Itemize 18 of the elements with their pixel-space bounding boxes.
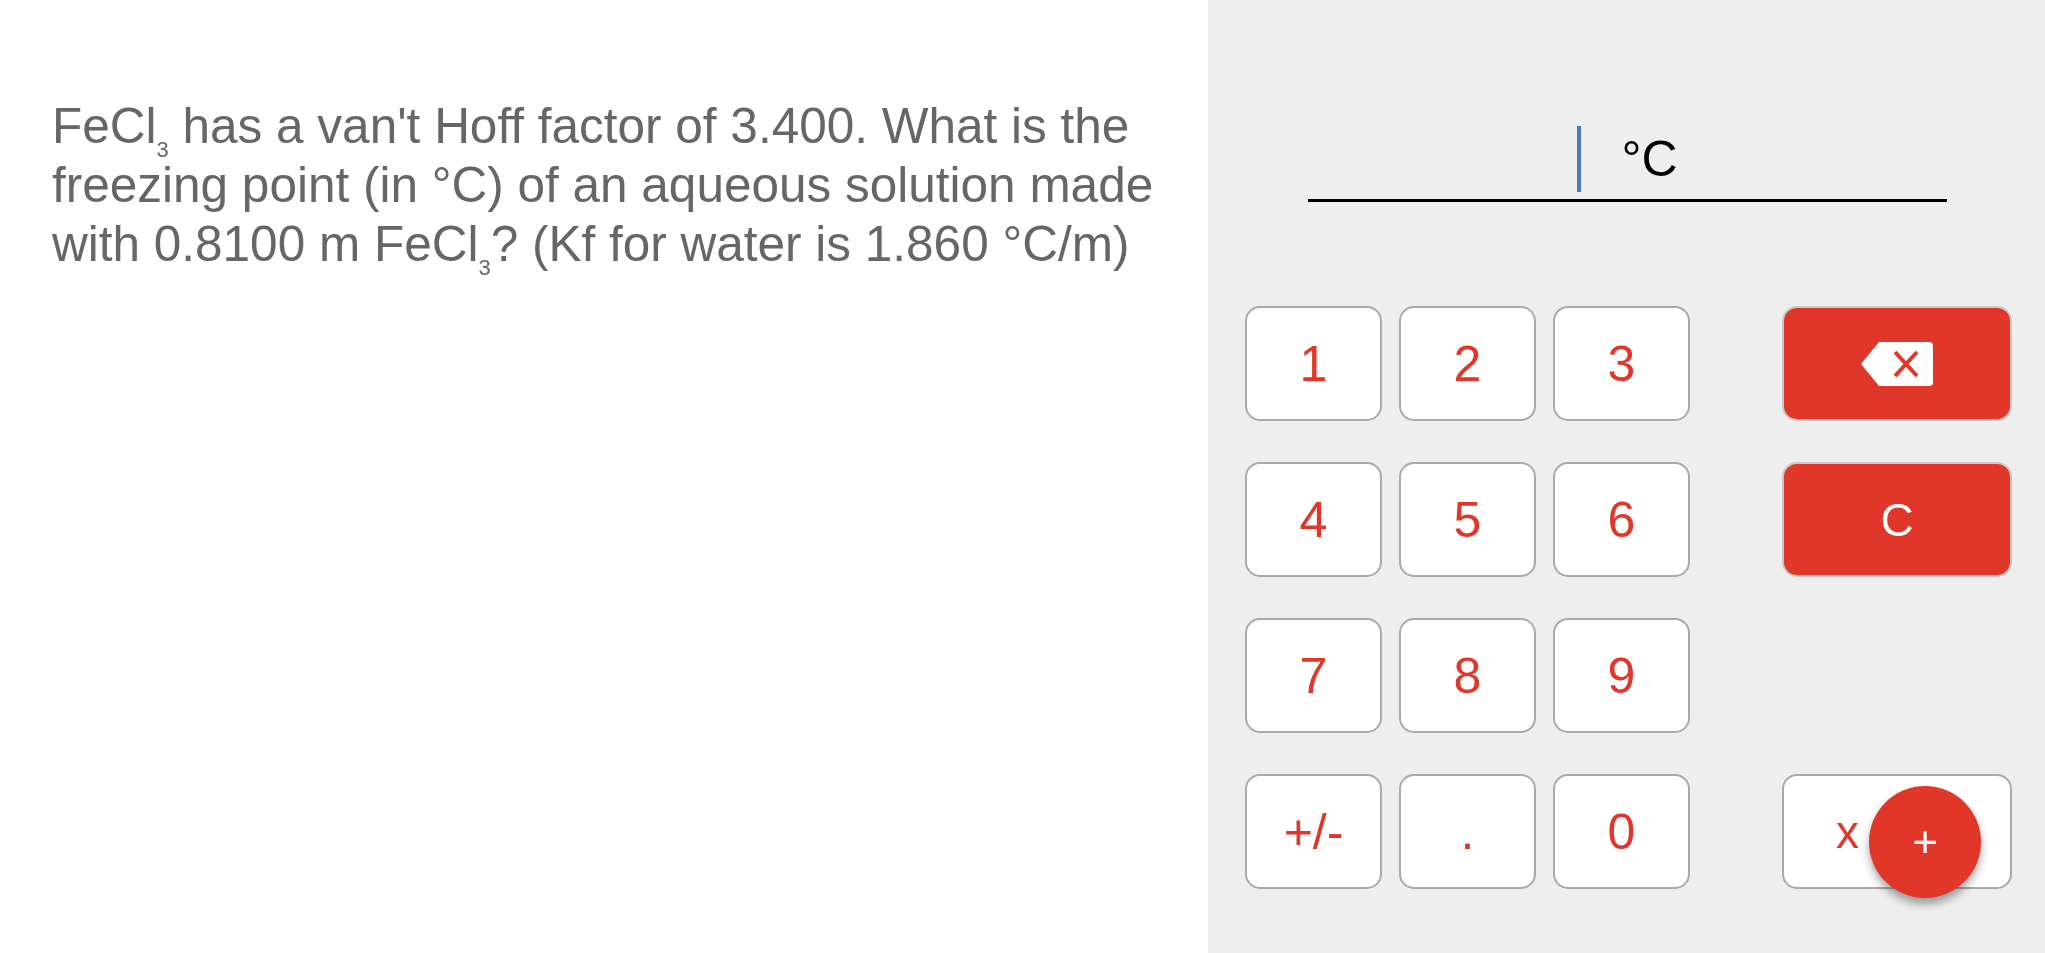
keypad-key[interactable]: +/-	[1245, 774, 1382, 889]
keypad-key[interactable]: 7	[1245, 618, 1382, 733]
keypad-key[interactable]: 4	[1245, 462, 1382, 577]
keypad-key[interactable]: 8	[1399, 618, 1536, 733]
keypad-key[interactable]: 6	[1553, 462, 1690, 577]
keypad-key[interactable]: .	[1399, 774, 1536, 889]
keypad-key[interactable]: 2	[1399, 306, 1536, 421]
backspace-icon	[1861, 341, 1933, 386]
clear-button[interactable]: C	[1782, 462, 2012, 577]
keypad-key[interactable]: 5	[1399, 462, 1536, 577]
keypad-key[interactable]: 9	[1553, 618, 1690, 733]
backspace-button[interactable]	[1782, 306, 2012, 421]
answer-field[interactable]: °C	[1308, 118, 1947, 202]
keypad-key[interactable]: 0	[1553, 774, 1690, 889]
unit-label: °C	[1621, 129, 1678, 188]
keypad-key[interactable]: 3	[1553, 306, 1690, 421]
question-text: FeCl$_{3}$ has a van't Hoff factor of 3.400. What is the freezing point (in °C) of an aqueous solution made with 0.8100 m FeCl$_{3}$? (Kf for water is 1.860 °C/m)	[52, 97, 1155, 273]
keypad-key[interactable]: 1	[1245, 306, 1382, 421]
